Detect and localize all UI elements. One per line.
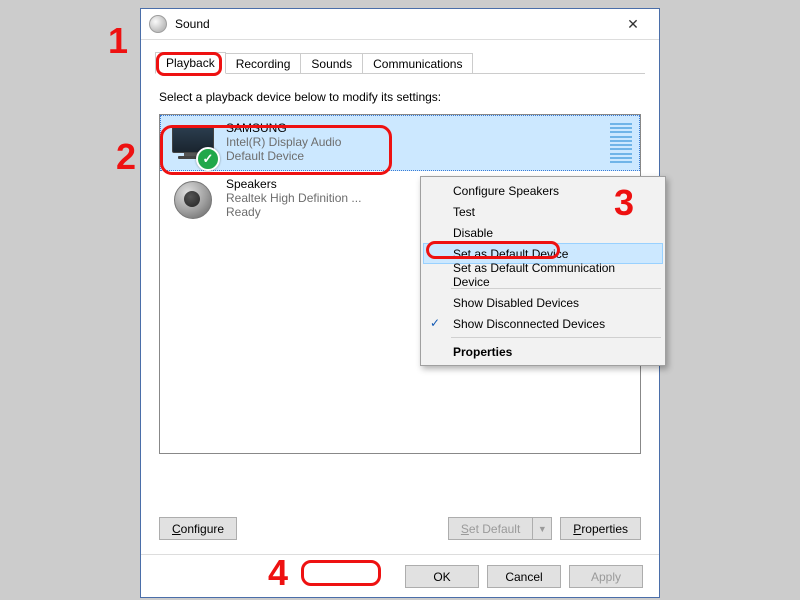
menu-item-label: Properties xyxy=(453,345,512,359)
tab-sounds[interactable]: Sounds xyxy=(300,53,363,74)
menu-item[interactable]: Set as Default Communication Device xyxy=(423,264,663,285)
menu-item[interactable]: Show Disabled Devices xyxy=(423,292,663,313)
device-context-menu[interactable]: Configure Speakers Test Disable Set as Defa… xyxy=(420,176,666,366)
default-check-icon: ✓ xyxy=(196,147,220,171)
menu-item-label: Set as Default Device xyxy=(453,247,568,261)
device-name: Speakers xyxy=(226,177,361,191)
signal-meter-icon xyxy=(610,123,632,163)
apply-button[interactable]: Apply xyxy=(569,565,643,588)
properties-button[interactable]: Properties xyxy=(560,517,641,540)
dialog-button-bar: OK Cancel Apply xyxy=(141,554,659,598)
set-default-split-button[interactable]: Set Default ▼ xyxy=(448,517,552,540)
tab-recording[interactable]: Recording xyxy=(225,53,302,74)
titlebar: Sound ✕ xyxy=(141,9,659,40)
sound-icon xyxy=(149,15,167,33)
set-default-button[interactable]: Set Default xyxy=(448,517,532,540)
callout-1: 1 xyxy=(108,20,128,62)
menu-item[interactable]: Disable xyxy=(423,222,663,243)
menu-separator xyxy=(451,337,661,338)
device-status: Default Device xyxy=(226,149,341,163)
configure-button[interactable]: Configure xyxy=(159,517,237,540)
device-status: Ready xyxy=(226,205,361,219)
menu-item-label: Test xyxy=(453,205,475,219)
menu-item[interactable]: Configure Speakers xyxy=(423,180,663,201)
menu-item-label: Configure Speakers xyxy=(453,184,559,198)
menu-item-label: Disable xyxy=(453,226,493,240)
tab-communications[interactable]: Communications xyxy=(362,53,473,74)
tab-strip: PlaybackRecordingSoundsCommunications xyxy=(155,50,645,74)
device-sub: Realtek High Definition ... xyxy=(226,191,361,205)
ok-button[interactable]: OK xyxy=(405,565,479,588)
chevron-down-icon[interactable]: ▼ xyxy=(532,517,552,540)
close-button[interactable]: ✕ xyxy=(611,10,655,38)
menu-item[interactable]: Properties xyxy=(423,341,663,362)
cancel-button[interactable]: Cancel xyxy=(487,565,561,588)
device-sub: Intel(R) Display Audio xyxy=(226,135,341,149)
lower-button-row: Configure Set Default ▼ Properties xyxy=(159,517,641,540)
callout-2: 2 xyxy=(116,136,136,178)
monitor-icon: ✓ xyxy=(170,121,214,165)
menu-item[interactable]: Test xyxy=(423,201,663,222)
device-name: SAMSUNG xyxy=(226,121,341,135)
speaker-icon xyxy=(170,177,214,221)
check-icon: ✓ xyxy=(430,316,440,330)
tab-playback[interactable]: Playback xyxy=(155,52,226,74)
device-item[interactable]: ✓ SAMSUNGIntel(R) Display AudioDefault De… xyxy=(160,115,640,171)
menu-item[interactable]: ✓ Show Disconnected Devices xyxy=(423,313,663,334)
menu-item-label: Show Disabled Devices xyxy=(453,296,579,310)
menu-item-label: Set as Default Communication Device xyxy=(453,261,653,289)
instruction-text: Select a playback device below to modify… xyxy=(159,90,641,104)
menu-item-label: Show Disconnected Devices xyxy=(453,317,605,331)
window-title: Sound xyxy=(175,17,611,31)
